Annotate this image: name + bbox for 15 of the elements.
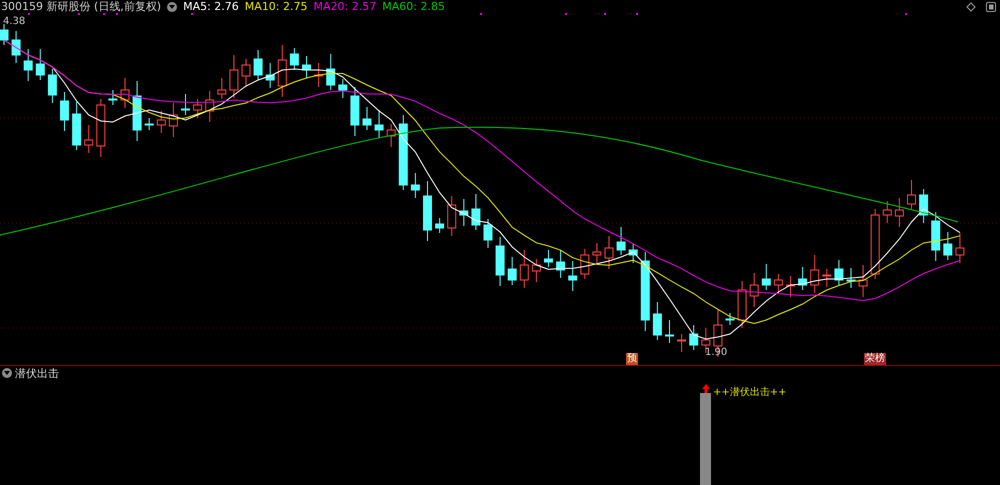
event-marker: 预 — [626, 353, 638, 365]
moving-average-label: MA10: 2.75 — [244, 0, 308, 13]
up-arrow-icon — [702, 384, 710, 393]
indicator-name: 潜伏出击 — [15, 366, 59, 380]
panel-icon[interactable] — [986, 2, 996, 12]
moving-average-label: MA60: 2.85 — [382, 0, 445, 13]
dropdown-icon[interactable] — [2, 368, 12, 378]
dropdown-icon[interactable] — [167, 2, 178, 12]
moving-average-label: MA5: 2.76 — [183, 0, 239, 13]
signal-label: ++潜伏出击++ — [713, 386, 787, 399]
high-price-label: 4.38 — [3, 16, 26, 27]
moving-average-label: MA20: 2.57 — [314, 0, 376, 13]
stock-title: 300159 新研股份 (日线,前复权) — [1, 0, 162, 13]
diamond-icon[interactable] — [966, 2, 976, 12]
event-marker: 荣榜 — [864, 353, 886, 365]
